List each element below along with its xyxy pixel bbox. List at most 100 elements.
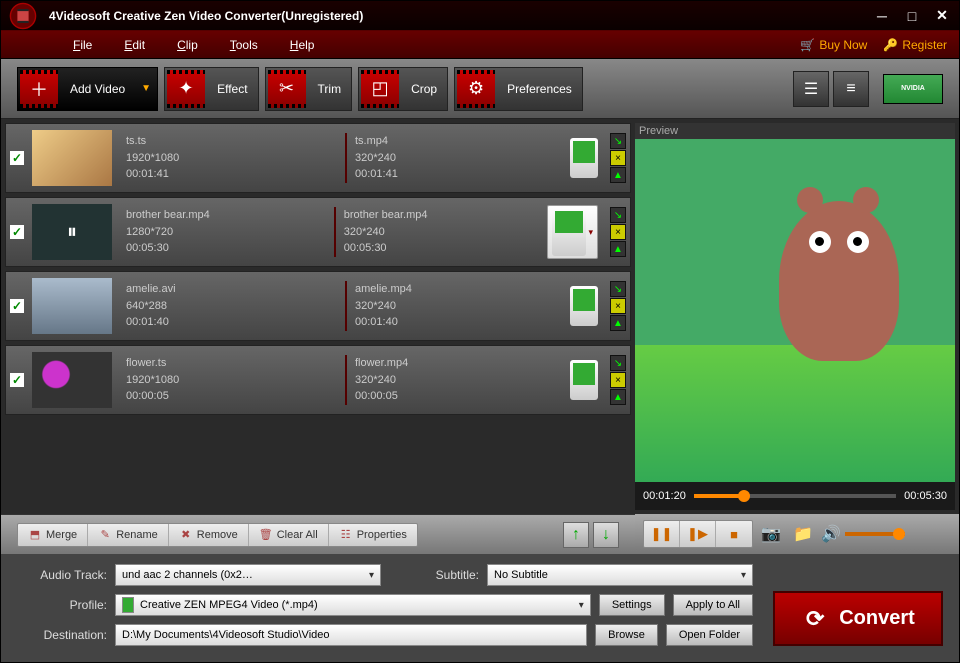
add-video-dropdown[interactable]: ▼ xyxy=(135,83,157,94)
row-up-button[interactable]: ▲ xyxy=(610,389,626,405)
profile-label: Profile: xyxy=(17,598,107,612)
destination-label: Destination: xyxy=(17,628,107,642)
file-checkbox[interactable]: ✓ xyxy=(10,151,24,165)
file-row[interactable]: ✓amelie.avi640*28800:01:40amelie.mp4320*… xyxy=(5,271,631,341)
minimize-button[interactable]: ─ xyxy=(873,7,891,25)
preview-panel: Preview 00:01:20 00:05:30 xyxy=(635,123,955,510)
menu-help[interactable]: Help xyxy=(290,38,315,52)
add-video-button[interactable]: ＋ Add Video ▼ xyxy=(17,67,158,111)
stop-button[interactable]: ■ xyxy=(716,521,752,547)
trim-icon: ✂ xyxy=(268,70,306,108)
file-checkbox[interactable]: ✓ xyxy=(10,225,24,239)
move-down-button[interactable]: ↓ xyxy=(593,522,619,548)
device-icon[interactable] xyxy=(570,138,598,178)
device-icon xyxy=(552,208,586,256)
snapshot-button[interactable]: 📷 xyxy=(757,521,785,547)
subtitle-select[interactable]: No Subtitle xyxy=(487,564,753,586)
preferences-button[interactable]: ⚙ Preferences xyxy=(454,67,583,111)
row-remove-button[interactable]: × xyxy=(610,150,626,166)
merge-icon: ⬒ xyxy=(28,528,42,542)
file-thumbnail xyxy=(32,352,112,408)
file-row[interactable]: ✓ts.ts1920*108000:01:41ts.mp4320*24000:0… xyxy=(5,123,631,193)
row-remove-button[interactable]: × xyxy=(610,372,626,388)
subtitle-label: Subtitle: xyxy=(389,568,479,582)
row-remove-button[interactable]: × xyxy=(610,224,626,240)
step-button[interactable]: ❚▶ xyxy=(680,521,716,547)
close-button[interactable]: ✕ xyxy=(933,7,951,25)
menu-file[interactable]: File xyxy=(73,38,92,52)
row-up-button[interactable]: ▲ xyxy=(610,167,626,183)
row-up-button[interactable]: ▲ xyxy=(610,315,626,331)
seek-bar[interactable] xyxy=(694,494,896,498)
browse-button[interactable]: Browse xyxy=(595,624,658,646)
cart-icon: 🛒 xyxy=(800,38,815,52)
menu-clip[interactable]: Clip xyxy=(177,38,198,52)
file-checkbox[interactable]: ✓ xyxy=(10,373,24,387)
preview-video[interactable] xyxy=(635,139,955,482)
move-up-button[interactable]: ↑ xyxy=(563,522,589,548)
add-icon: ＋ xyxy=(20,70,58,108)
volume-slider[interactable] xyxy=(845,532,905,536)
file-checkbox[interactable]: ✓ xyxy=(10,299,24,313)
view-detail-icon[interactable]: ≡ xyxy=(833,71,869,107)
file-thumbnail: ⏸ xyxy=(32,204,112,260)
properties-button[interactable]: ☷Properties xyxy=(329,524,417,546)
convert-button[interactable]: ⟳ Convert xyxy=(773,591,943,646)
titlebar: 4Videosoft Creative Zen Video Converter(… xyxy=(1,1,959,31)
key-icon: 🔑 xyxy=(883,38,898,52)
row-remove-button[interactable]: × xyxy=(610,298,626,314)
file-row[interactable]: ✓⏸brother bear.mp41280*72000:05:30brothe… xyxy=(5,197,631,267)
file-input-info: flower.ts1920*108000:00:05 xyxy=(120,355,333,405)
device-icon[interactable] xyxy=(570,360,598,400)
menubar: File Edit Clip Tools Help 🛒Buy Now 🔑Regi… xyxy=(1,31,959,59)
app-logo-icon xyxy=(9,2,37,30)
file-row[interactable]: ✓ flower.ts1920*108000:00:05flower.mp4320… xyxy=(5,345,631,415)
preview-label: Preview xyxy=(635,123,955,139)
pause-button[interactable]: ❚❚ xyxy=(644,521,680,547)
apply-all-button[interactable]: Apply to All xyxy=(673,594,753,616)
row-expand-button[interactable]: ↘ xyxy=(610,281,626,297)
device-icon[interactable] xyxy=(570,286,598,326)
list-controls: ⬒Merge ✎Rename ✖Remove 🗑Clear All ☷Prope… xyxy=(1,514,635,554)
register-link[interactable]: 🔑Register xyxy=(883,38,947,52)
trim-button[interactable]: ✂ Trim xyxy=(265,67,353,111)
effect-icon: ✦ xyxy=(167,70,205,108)
output-device-select[interactable]: ▾ xyxy=(547,205,598,259)
menu-tools[interactable]: Tools xyxy=(230,38,258,52)
time-position: 00:01:20 xyxy=(643,490,686,502)
row-up-button[interactable]: ▲ xyxy=(610,241,626,257)
merge-button[interactable]: ⬒Merge xyxy=(18,524,88,546)
time-total: 00:05:30 xyxy=(904,490,947,502)
file-output-info: flower.mp4320*24000:00:05 xyxy=(345,355,562,405)
effect-button[interactable]: ✦ Effect xyxy=(164,67,258,111)
device-mini-icon xyxy=(122,597,134,613)
open-folder-button[interactable]: Open Folder xyxy=(666,624,753,646)
remove-button[interactable]: ✖Remove xyxy=(169,524,249,546)
row-expand-button[interactable]: ↘ xyxy=(610,207,626,223)
chevron-down-icon: ▾ xyxy=(588,227,593,238)
properties-icon: ☷ xyxy=(339,528,353,542)
row-expand-button[interactable]: ↘ xyxy=(610,133,626,149)
row-expand-button[interactable]: ↘ xyxy=(610,355,626,371)
audio-track-select[interactable]: und aac 2 channels (0x2… xyxy=(115,564,381,586)
file-output-info: amelie.mp4320*24000:01:40 xyxy=(345,281,562,331)
toolbar: ＋ Add Video ▼ ✦ Effect ✂ Trim ◰ Crop ⚙ P… xyxy=(1,59,959,119)
snapshot-folder-button[interactable]: 📁 xyxy=(789,521,817,547)
file-output-info: ts.mp4320*24000:01:41 xyxy=(345,133,562,183)
clear-all-button[interactable]: 🗑Clear All xyxy=(249,524,329,546)
gear-icon: ⚙ xyxy=(457,70,495,108)
file-output-info: brother bear.mp4320*24000:05:30 xyxy=(334,207,540,257)
clear-icon: 🗑 xyxy=(259,528,273,542)
buy-now-link[interactable]: 🛒Buy Now xyxy=(800,38,867,52)
menu-edit[interactable]: Edit xyxy=(124,38,145,52)
rename-button[interactable]: ✎Rename xyxy=(88,524,169,546)
profile-select[interactable]: Creative ZEN MPEG4 Video (*.mp4) xyxy=(115,594,591,616)
remove-icon: ✖ xyxy=(179,528,193,542)
settings-button[interactable]: Settings xyxy=(599,594,665,616)
crop-button[interactable]: ◰ Crop xyxy=(358,67,448,111)
destination-input[interactable]: D:\My Documents\4Videosoft Studio\Video xyxy=(115,624,587,646)
gpu-badge: NVIDIA xyxy=(883,74,943,104)
crop-icon: ◰ xyxy=(361,70,399,108)
view-list-icon[interactable]: ☰ xyxy=(793,71,829,107)
maximize-button[interactable]: □ xyxy=(903,7,921,25)
